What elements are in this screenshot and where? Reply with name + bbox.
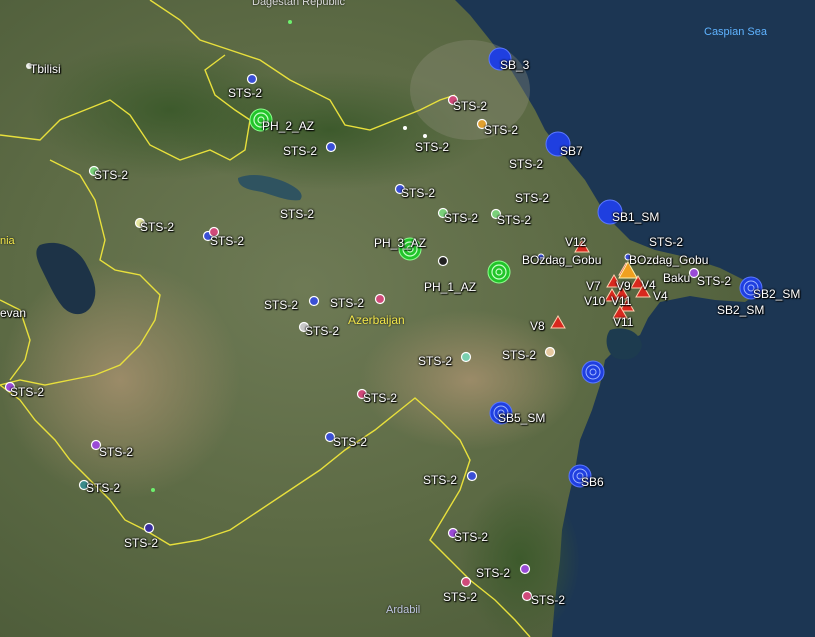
sts-label: STS-2: [531, 593, 566, 607]
volcano-label-v9: V9: [616, 279, 631, 293]
sts-label: STS-2: [264, 298, 299, 312]
sts-label: STS-2: [140, 220, 175, 234]
sts-station-dot: [325, 141, 337, 153]
place-armenia: nia: [0, 235, 15, 247]
place-azerbaijan: Azerbaijan: [348, 313, 405, 327]
station-label-sb6: SB6: [581, 475, 604, 489]
sts-label: STS-2: [515, 191, 550, 205]
station-label-sb2sm-a: SB2_SM: [753, 287, 801, 301]
sts-label: STS-2: [94, 168, 129, 182]
sts-label: STS-2: [280, 207, 315, 221]
sts-label: STS-2: [86, 481, 121, 495]
sts-label: STS-2: [509, 157, 544, 171]
place-yerevan: evan: [0, 306, 27, 320]
sts-label: STS-2: [363, 391, 398, 405]
sb-station-marker: [581, 360, 605, 384]
place-tbilisi: Tbilisi: [30, 62, 61, 76]
sts-station-dot: [544, 346, 556, 358]
sts-station-dot: [466, 470, 478, 482]
station-label-ph1: PH_1_AZ: [424, 280, 477, 294]
sts-station-dot: [437, 255, 449, 267]
sts-label: STS-2: [423, 473, 458, 487]
sts-label: STS-2: [444, 211, 479, 225]
volcano-label-v10: V10: [584, 294, 606, 308]
sts-station-dot: [460, 576, 472, 588]
station-label-ph2: PH_2_AZ: [262, 119, 315, 133]
map-view[interactable]: Dagestan Republic Tbilisi Caspian Sea Az…: [0, 0, 815, 637]
ph-station-marker: [487, 260, 511, 284]
sts-station-dot: [308, 295, 320, 307]
place-ardabil: Ardabil: [386, 604, 421, 616]
talysh-region: [460, 480, 580, 637]
sts-station-dot: [519, 563, 531, 575]
lowland-region: [360, 310, 580, 450]
volcano-label-v7: V7: [586, 279, 601, 293]
station-label-sb3: SB_3: [500, 58, 530, 72]
sts-label: STS-2: [443, 590, 478, 604]
sts-label: STS-2: [649, 235, 684, 249]
sts-label: STS-2: [228, 86, 263, 100]
place-baku: Baku: [663, 271, 691, 285]
sts-label: STS-2: [401, 186, 436, 200]
sts-station-dot: [143, 522, 155, 534]
volcano-label-v4b: V4: [653, 289, 668, 303]
volcano-label-v8: V8: [530, 319, 545, 333]
sts-label: STS-2: [99, 445, 134, 459]
sts-label: STS-2: [476, 566, 511, 580]
place-dagestan: Dagestan Republic: [252, 0, 345, 8]
sts-label: STS-2: [124, 536, 159, 550]
arid-region: [0, 260, 240, 500]
sts-label: STS-2: [697, 274, 732, 288]
sts-label: STS-2: [10, 385, 45, 399]
sts-label: STS-2: [454, 530, 489, 544]
sts-label: STS-2: [418, 354, 453, 368]
station-label-sb7: SB7: [560, 144, 583, 158]
volcano-label-v11a: V11: [611, 294, 632, 308]
sts-station-dot: [460, 351, 472, 363]
sts-label: STS-2: [210, 234, 245, 248]
sts-station-dot: [246, 73, 258, 85]
volcano-label-v12: V12: [565, 235, 587, 249]
station-label-ph3: PH_3_AZ: [374, 236, 427, 250]
station-label-bozdag-2: BOzdag_Gobu: [629, 253, 709, 267]
station-label-sb5sm: SB5_SM: [498, 411, 546, 425]
map-canvas: [0, 0, 815, 637]
place-caspian-sea: Caspian Sea: [704, 26, 767, 38]
sts-label: STS-2: [305, 324, 340, 338]
station-label-bozdag-1: BOzdag_Gobu: [522, 253, 602, 267]
sts-label: STS-2: [415, 140, 450, 154]
sts-label: STS-2: [484, 123, 519, 137]
sts-label: STS-2: [333, 435, 368, 449]
station-label-sb1sm: SB1_SM: [612, 210, 660, 224]
volcano-label-v11b: V11: [613, 315, 634, 329]
station-label-sb2sm-b: SB2_SM: [717, 303, 765, 317]
sts-label: STS-2: [497, 213, 532, 227]
sts-label: STS-2: [283, 144, 318, 158]
sts-station-dot: [374, 293, 386, 305]
sts-label: STS-2: [330, 296, 365, 310]
sts-label: STS-2: [502, 348, 537, 362]
sts-label: STS-2: [453, 99, 488, 113]
